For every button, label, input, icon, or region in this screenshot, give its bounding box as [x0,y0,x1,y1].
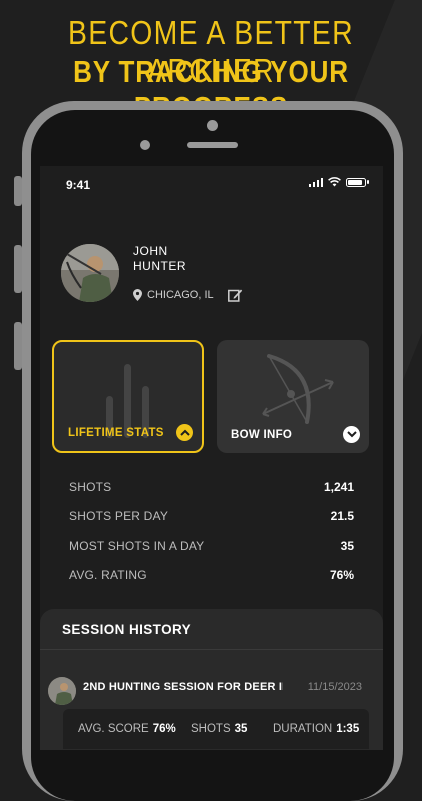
stat-row-shots-per-day: SHOTS PER DAY 21.5 [69,509,354,523]
battery-icon [346,177,366,187]
stat-label: AVG. RATING [69,568,147,582]
location-text: CHICAGO, IL [147,289,214,301]
status-icons [308,177,369,187]
phone-camera [207,120,218,131]
stat-label: SHOTS PER DAY [69,509,169,523]
location-pin-icon [133,289,142,301]
signal-icon [308,177,323,187]
lifetime-stats-card[interactable]: LIFETIME STATS [52,340,204,453]
stat-row-most-shots: MOST SHOTS IN A DAY 35 [69,539,354,553]
profile-name: JOHN HUNTER [133,244,186,274]
last-name: HUNTER [133,259,186,273]
bow-info-label: BOW INFO [231,429,293,441]
avatar-photo [61,244,119,302]
metric-value: 35 [234,723,248,735]
phone-sensor [140,140,150,150]
stat-value: 21.5 [330,509,354,523]
stat-label: SHOTS [69,480,112,494]
stat-label: MOST SHOTS IN A DAY [69,539,205,553]
bar-chart-icon [106,364,149,438]
session-history-title: SESSION HISTORY [62,622,192,637]
phone-silent-switch [14,176,22,206]
first-name: JOHN [133,244,168,258]
stat-row-shots: SHOTS 1,241 [69,480,354,494]
bow-info-card[interactable]: BOW INFO [217,340,369,453]
bow-icon [262,354,334,424]
metric-value: 76% [152,723,176,735]
phone-speaker [187,142,238,148]
session-title[interactable]: 2ND HUNTING SESSION FOR DEER IN T... [83,681,283,693]
status-time: 9:41 [66,178,91,192]
metric-shots: SHOTS 35 [191,723,247,735]
metric-duration: DURATION 1:35 [273,723,359,735]
profile-location: CHICAGO, IL [133,288,243,302]
stat-value: 35 [340,539,354,553]
avatar[interactable] [61,244,119,302]
lifetime-stats-label: LIFETIME STATS [68,427,164,439]
session-date: 11/15/2023 [307,681,362,693]
stat-value: 76% [329,568,354,582]
wifi-icon [328,177,341,187]
metric-label: AVG. SCORE [78,723,149,735]
stat-row-avg-rating: AVG. RATING 76% [69,568,354,582]
metric-avg-score: AVG. SCORE 76% [78,723,176,735]
edit-icon[interactable] [227,288,243,302]
divider [40,649,383,650]
metric-label: DURATION [273,723,333,735]
chevron-up-icon[interactable] [176,424,193,441]
chevron-down-icon[interactable] [343,426,360,443]
metric-label: SHOTS [191,723,231,735]
app-screen: 9:41 JOHN HUNTER CHICAGO, IL LIFETIME ST… [40,166,383,750]
phone-volume-up [14,245,22,293]
phone-volume-down [14,322,22,370]
metric-value: 1:35 [336,723,360,735]
session-avatar [48,677,76,705]
session-metrics[interactable]: AVG. SCORE 76% SHOTS 35 DURATION 1:35 [63,709,369,749]
session-history-panel: SESSION HISTORY 2ND HUNTING SESSION FOR … [40,609,383,750]
stat-value: 1,241 [323,480,354,494]
